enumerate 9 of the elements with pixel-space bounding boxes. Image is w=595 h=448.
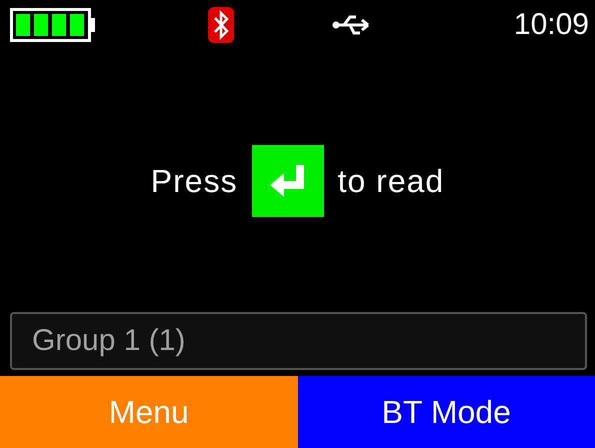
bluetooth-icon xyxy=(208,7,234,43)
enter-key-icon xyxy=(252,145,324,217)
softkey-button[interactable]: BT Mode xyxy=(298,376,595,448)
usb-icon xyxy=(332,14,372,36)
prompt-text: to read xyxy=(338,162,444,200)
clock-time: 10:09 xyxy=(514,8,589,42)
group-field: Group 1 (1) xyxy=(10,312,587,370)
prompt-text: Press xyxy=(150,162,238,200)
battery-icon xyxy=(10,8,96,42)
